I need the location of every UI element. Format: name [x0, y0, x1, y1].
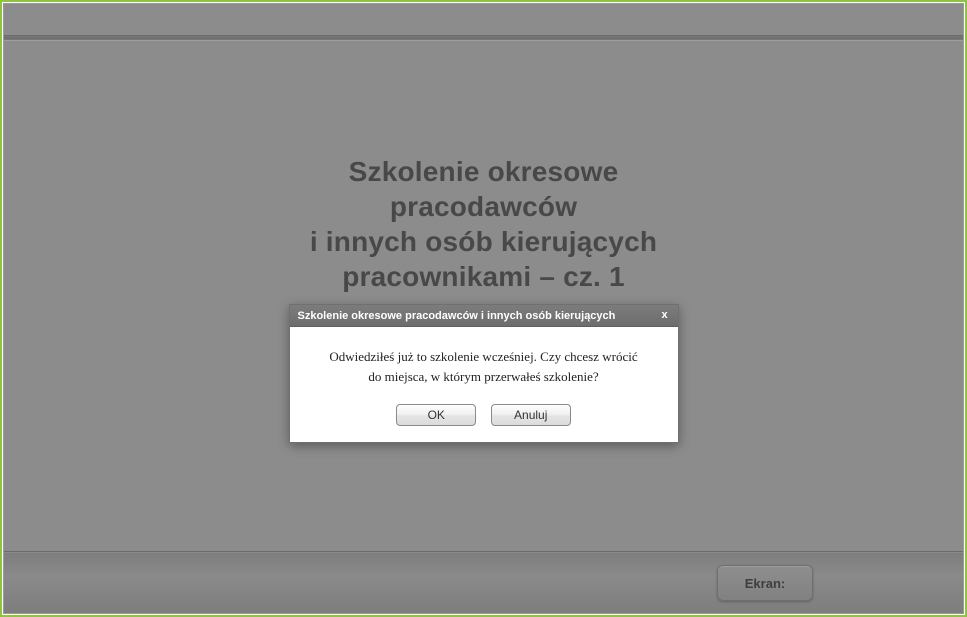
dialog-message-line-1: Odwiedziłeś już to szkolenie wcześniej. … [329, 349, 637, 364]
ok-button[interactable]: OK [396, 404, 476, 426]
screen-indicator-button[interactable]: Ekran: [717, 565, 813, 601]
footer-bar: Ekran: [4, 551, 963, 613]
screen-indicator-label: Ekran: [745, 576, 785, 591]
dialog-message-line-2: do miejsca, w którym przerwałeś szkoleni… [368, 369, 598, 384]
dialog-buttons: OK Anuluj [290, 400, 678, 442]
title-line-4: pracownikami – cz. 1 [342, 261, 625, 292]
modal-overlay: Szkolenie okresowe pracodawców i innych … [4, 4, 963, 613]
course-title: Szkolenie okresowe pracodawców i innych … [4, 154, 963, 294]
resume-dialog: Szkolenie okresowe pracodawców i innych … [289, 304, 679, 443]
top-divider [4, 35, 963, 41]
dialog-title: Szkolenie okresowe pracodawców i innych … [298, 310, 658, 322]
cancel-button[interactable]: Anuluj [491, 404, 571, 426]
course-title-text: Szkolenie okresowe pracodawców i innych … [4, 154, 963, 294]
dialog-titlebar[interactable]: Szkolenie okresowe pracodawców i innych … [290, 305, 678, 327]
title-line-1: Szkolenie okresowe [349, 156, 619, 187]
content-stage: Szkolenie okresowe pracodawców i innych … [3, 3, 964, 614]
window-frame: Szkolenie okresowe pracodawców i innych … [0, 0, 967, 617]
title-line-3: i innych osób kierujących [310, 226, 657, 257]
close-icon[interactable]: x [658, 309, 672, 323]
title-line-2: pracodawców [390, 191, 577, 222]
dialog-message: Odwiedziłeś już to szkolenie wcześniej. … [290, 327, 678, 400]
